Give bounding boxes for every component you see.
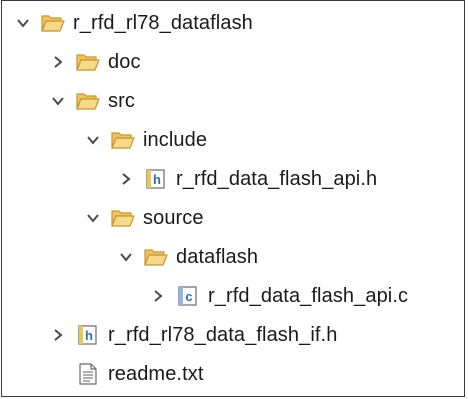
- tree-row-readme-txt[interactable]: readme.txt: [47, 354, 203, 394]
- tree-row-r_rfd_data_flash_api-c[interactable]: c r_rfd_data_flash_api.c: [147, 276, 408, 316]
- chevron-down-icon[interactable]: [82, 207, 104, 229]
- header-file-icon: h: [75, 322, 101, 348]
- tree-row-label: r_rfd_rl78_dataflash: [73, 11, 253, 34]
- tree-row-r_rfd_rl78_data_flash_if-h[interactable]: h r_rfd_rl78_data_flash_if.h: [47, 315, 337, 355]
- tree-row-label: source: [143, 206, 204, 229]
- chevron-down-icon[interactable]: [82, 129, 104, 151]
- folder-open-icon: [110, 127, 136, 153]
- chevron-right-icon[interactable]: [47, 324, 69, 346]
- tree-row-label: include: [143, 128, 208, 151]
- project-explorer-tree: r_rfd_rl78_dataflash doc src include h r…: [1, 0, 465, 397]
- tree-row-r_rfd_data_flash_api-h[interactable]: h r_rfd_data_flash_api.h: [115, 159, 377, 199]
- c-source-file-icon: c: [175, 283, 201, 309]
- text-file-icon: [75, 361, 101, 387]
- folder-open-icon: [143, 244, 169, 270]
- chevron-down-icon[interactable]: [115, 246, 137, 268]
- tree-row-doc[interactable]: doc: [47, 42, 141, 82]
- tree-row-dataflash[interactable]: dataflash: [115, 237, 258, 277]
- header-file-icon: h: [143, 166, 169, 192]
- chevron-right-icon[interactable]: [147, 285, 169, 307]
- folder-open-icon: [110, 205, 136, 231]
- tree-row-include[interactable]: include: [82, 120, 207, 160]
- folder-open-icon: [40, 10, 66, 36]
- tree-row-label: src: [108, 89, 135, 112]
- tree-row-label: doc: [108, 50, 141, 73]
- chevron-down-icon[interactable]: [12, 12, 34, 34]
- tree-row-label: r_rfd_data_flash_api.c: [208, 284, 409, 307]
- h-letter: h: [153, 172, 161, 187]
- h-letter: h: [85, 328, 93, 343]
- tree-row-src[interactable]: src: [47, 81, 135, 121]
- tree-row-label: readme.txt: [108, 362, 204, 385]
- tree-row-r_rfd_rl78_dataflash[interactable]: r_rfd_rl78_dataflash: [12, 3, 253, 43]
- tree-row-label: dataflash: [176, 245, 259, 268]
- chevron-down-icon[interactable]: [47, 90, 69, 112]
- tree-row-label: r_rfd_data_flash_api.h: [176, 167, 378, 190]
- chevron-right-icon[interactable]: [47, 51, 69, 73]
- folder-icon: [75, 49, 101, 75]
- chevron-right-icon[interactable]: [115, 168, 137, 190]
- folder-open-icon: [75, 88, 101, 114]
- empty-twisty-spacer: [47, 363, 69, 385]
- tree-row-label: r_rfd_rl78_data_flash_if.h: [108, 323, 338, 346]
- c-letter: c: [185, 289, 192, 304]
- tree-row-source[interactable]: source: [82, 198, 204, 238]
